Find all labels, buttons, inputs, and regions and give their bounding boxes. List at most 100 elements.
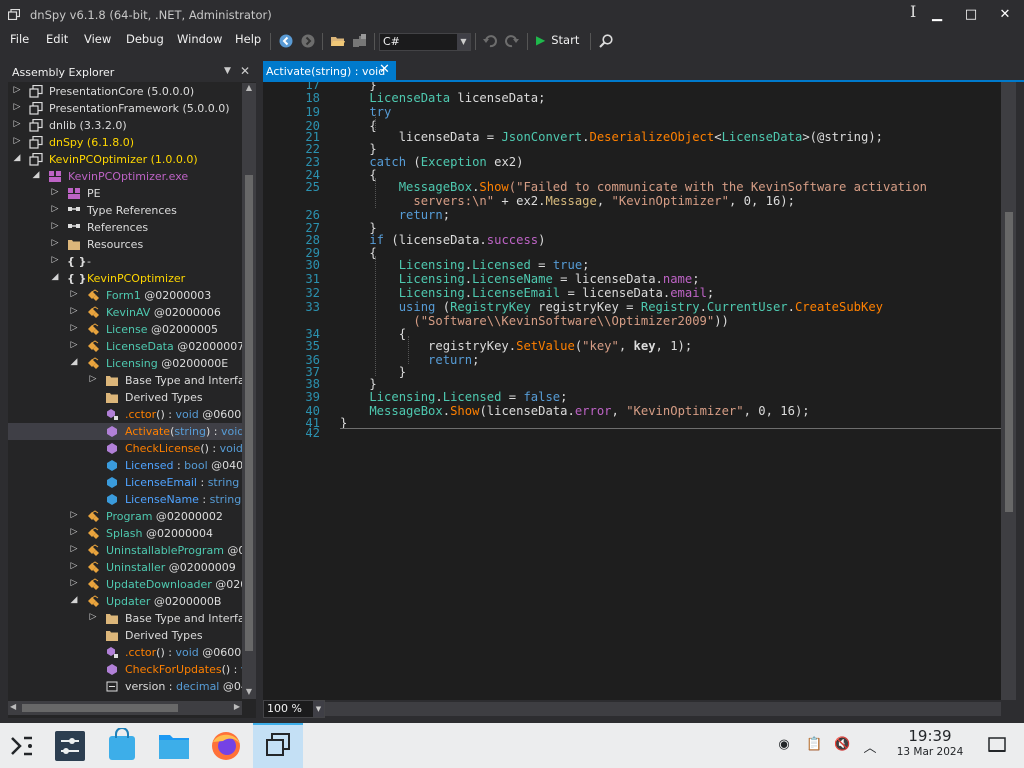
expand-arrow-icon[interactable]: ▷ — [50, 221, 60, 231]
code-line[interactable]: servers:\n" + ex2.Message, "KevinOptimiz… — [263, 194, 1001, 208]
tree-item[interactable]: ▷ LicenseData @02000007 — [8, 338, 242, 355]
tree-item[interactable]: ▷ Type References — [8, 202, 242, 219]
code-line[interactable]: 23 catch (Exception ex2) — [263, 155, 1001, 169]
tree-item[interactable]: ◢ Updater @0200000B — [8, 593, 242, 610]
search-icon[interactable] — [598, 33, 614, 49]
code-line[interactable]: 26 return; — [263, 208, 1001, 222]
expand-arrow-icon[interactable]: ▷ — [12, 102, 22, 112]
clipboard-icon[interactable]: 📋 — [806, 737, 822, 753]
tree-item[interactable]: ▷ { } - — [8, 253, 242, 270]
tree-item[interactable]: ◢ KevinPCOptimizer (1.0.0.0) — [8, 151, 242, 168]
expand-arrow-icon[interactable]: ▷ — [69, 527, 79, 537]
scrollbar-thumb[interactable] — [245, 175, 253, 651]
tree-item[interactable]: version : decimal @0400 — [8, 678, 242, 695]
scrollbar-thumb[interactable] — [22, 704, 178, 712]
expand-arrow-icon[interactable]: ▷ — [69, 306, 79, 316]
expand-arrow-icon[interactable]: ▷ — [69, 578, 79, 588]
tree-item[interactable]: Derived Types — [8, 389, 242, 406]
undo-icon[interactable] — [482, 33, 498, 49]
tree-horizontal-scrollbar[interactable]: ◀ ▶ — [8, 701, 242, 715]
close-button[interactable]: ✕ — [994, 6, 1016, 24]
open-list-icon[interactable] — [352, 33, 368, 49]
tree-item[interactable]: ▷ References — [8, 219, 242, 236]
menu-file[interactable]: File — [10, 32, 29, 46]
start-debugging-button[interactable]: ▶ Start — [536, 33, 579, 47]
firefox-icon[interactable] — [208, 728, 244, 764]
code-line[interactable]: 33 using (RegistryKey registryKey = Regi… — [263, 300, 1001, 314]
chevron-down-icon[interactable]: ▼ — [224, 66, 231, 76]
code-line[interactable]: 25 MessageBox.Show("Failed to communicat… — [263, 180, 1001, 194]
tree-item[interactable]: ▷ UninstallableProgram @0200 — [8, 542, 242, 559]
tree-item[interactable]: LicenseName : string @0 — [8, 491, 242, 508]
code-line[interactable]: 18 LicenseData licenseData; — [263, 91, 1001, 105]
tree-item[interactable]: .cctor() : void @060000 — [8, 644, 242, 661]
menu-view[interactable]: View — [84, 32, 111, 46]
code-line[interactable]: 32 Licensing.LicenseEmail = licenseData.… — [263, 286, 1001, 300]
tree-item[interactable]: LicenseEmail : string @0 — [8, 474, 242, 491]
scroll-right-icon[interactable]: ▶ — [234, 702, 240, 711]
tree-item[interactable]: ▷ Splash @02000004 — [8, 525, 242, 542]
tree-item[interactable]: ◢ { } KevinPCOptimizer — [8, 270, 242, 287]
back-icon[interactable] — [278, 33, 294, 49]
tree-item[interactable]: ▷ Uninstaller @02000009 — [8, 559, 242, 576]
collapse-arrow-icon[interactable]: ◢ — [69, 595, 79, 605]
code-line[interactable]: 22 } — [263, 142, 1001, 156]
maximize-button[interactable]: □ — [960, 6, 982, 24]
clock[interactable]: 19:39 13 Mar 2024 — [880, 727, 980, 758]
collapse-arrow-icon[interactable]: ◢ — [50, 272, 60, 282]
collapse-arrow-icon[interactable]: ◢ — [69, 357, 79, 367]
close-panel-icon[interactable]: ✕ — [240, 64, 250, 78]
menu-debug[interactable]: Debug — [126, 32, 164, 46]
close-tab-icon[interactable]: ✕ — [379, 62, 390, 77]
expand-arrow-icon[interactable]: ▷ — [88, 374, 98, 384]
tree-item[interactable]: ▷ UpdateDownloader @02000 — [8, 576, 242, 593]
dnspy-task-button[interactable] — [253, 723, 303, 768]
code-line[interactable]: 39 Licensing.Licensed = false; — [263, 390, 1001, 404]
expand-arrow-icon[interactable]: ▷ — [69, 561, 79, 571]
expand-arrow-icon[interactable]: ▷ — [50, 238, 60, 248]
expand-arrow-icon[interactable]: ▷ — [12, 119, 22, 129]
menu-help[interactable]: Help — [235, 32, 261, 46]
tree-item[interactable]: ◢ KevinPCOptimizer.exe — [8, 168, 242, 185]
expand-arrow-icon[interactable]: ▷ — [12, 136, 22, 146]
file-manager-icon[interactable] — [156, 728, 192, 764]
code-line[interactable]: 19 try — [263, 105, 1001, 119]
code-line[interactable]: 28 if (licenseData.success) — [263, 233, 1001, 247]
expand-arrow-icon[interactable]: ▷ — [12, 85, 22, 95]
assembly-tree[interactable]: ▷ PresentationCore (5.0.0.0) ▷ Presentation… — [8, 83, 242, 699]
volume-muted-icon[interactable]: 🔇 — [834, 737, 850, 753]
forward-icon[interactable] — [300, 33, 316, 49]
tree-item[interactable]: ▷ dnSpy (6.1.8.0) — [8, 134, 242, 151]
expand-arrow-icon[interactable]: ▷ — [69, 340, 79, 350]
tree-item[interactable]: ▷ PE — [8, 185, 242, 202]
tree-item[interactable]: ▷ Program @02000002 — [8, 508, 242, 525]
collapse-arrow-icon[interactable]: ◢ — [12, 153, 22, 163]
scrollbar-thumb[interactable] — [1005, 212, 1013, 512]
application-launcher-icon[interactable] — [4, 728, 40, 764]
menu-edit[interactable]: Edit — [46, 32, 68, 46]
code-line[interactable]: 31 Licensing.LicenseName = licenseData.n… — [263, 272, 1001, 286]
discover-store-icon[interactable] — [104, 728, 140, 764]
expand-arrow-icon[interactable]: ▷ — [69, 510, 79, 520]
expand-arrow-icon[interactable]: ▷ — [88, 612, 98, 622]
tree-item[interactable]: .cctor() : void @0600005 — [8, 406, 242, 423]
system-settings-icon[interactable] — [52, 728, 88, 764]
tree-item[interactable]: ▷ dnlib (3.3.2.0) — [8, 117, 242, 134]
tree-item[interactable]: ▷ PresentationFramework (5.0.0.0) — [8, 100, 242, 117]
expand-arrow-icon[interactable]: ▷ — [69, 544, 79, 554]
chevron-up-icon[interactable]: ︿ — [862, 737, 878, 756]
collapse-arrow-icon[interactable]: ◢ — [31, 170, 41, 180]
tree-item[interactable]: CheckForUpdates() : voi — [8, 661, 242, 678]
language-select[interactable]: C# ▼ — [379, 33, 471, 51]
tree-vertical-scrollbar[interactable]: ▲ ▼ — [242, 83, 256, 699]
tree-item[interactable]: ◢ Licensing @0200000E — [8, 355, 242, 372]
tree-item[interactable]: Licensed : bool @040000 — [8, 457, 242, 474]
code-line[interactable]: ("Software\\KevinSoftware\\Optimizer2009… — [263, 314, 1001, 328]
expand-arrow-icon[interactable]: ▷ — [50, 187, 60, 197]
tree-item[interactable]: Derived Types — [8, 627, 242, 644]
tree-item[interactable]: ▷ License @02000005 — [8, 321, 242, 338]
show-desktop-icon[interactable] — [988, 737, 1006, 753]
zoom-select[interactable]: 100 % ▼ — [263, 700, 325, 718]
tree-item[interactable]: ▷ Resources — [8, 236, 242, 253]
open-folder-icon[interactable] — [330, 33, 346, 49]
